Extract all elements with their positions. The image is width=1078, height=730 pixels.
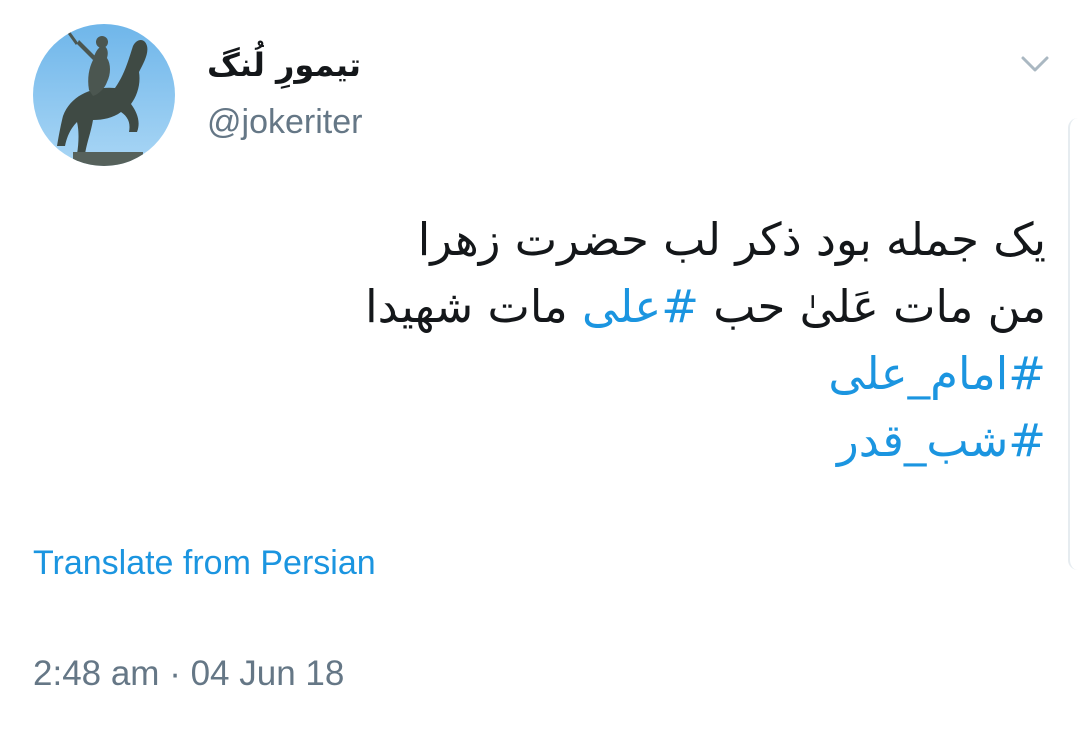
- hashtag-ali[interactable]: #علی: [582, 280, 699, 333]
- horseman-statue-avatar-image: [33, 24, 175, 166]
- avatar[interactable]: [33, 24, 175, 166]
- user-handle[interactable]: @jokeriter: [207, 103, 362, 142]
- tweet-line-2: من مات عَلیٰ حب #علی مات شهیدا: [146, 273, 1046, 340]
- tweet-line-2-suffix: مات شهیدا: [365, 280, 583, 333]
- tweet-line-1: یک جمله بود ذکر لب حضرت زهرا: [417, 213, 1046, 266]
- tweet-timestamp: 2:48 am · 04 Jun 18: [33, 654, 345, 693]
- hashtag-shab-ghadr[interactable]: #شب_قدر: [146, 407, 1046, 474]
- hashtag-imam-ali[interactable]: #امام_علی: [146, 340, 1046, 407]
- chevron-down-icon[interactable]: [1018, 50, 1052, 78]
- display-name[interactable]: تیمورِ لُنگ: [207, 46, 361, 84]
- scrollbar: [1068, 118, 1078, 570]
- translate-link[interactable]: Translate from Persian: [33, 544, 376, 583]
- tweet-line-2-prefix: من مات عَلیٰ حب: [698, 280, 1046, 333]
- tweet-text: یک جمله بود ذکر لب حضرت زهرا من مات عَلی…: [146, 206, 1046, 474]
- tweet-card: تیمورِ لُنگ @jokeriter یک جمله بود ذکر ل…: [0, 0, 1078, 730]
